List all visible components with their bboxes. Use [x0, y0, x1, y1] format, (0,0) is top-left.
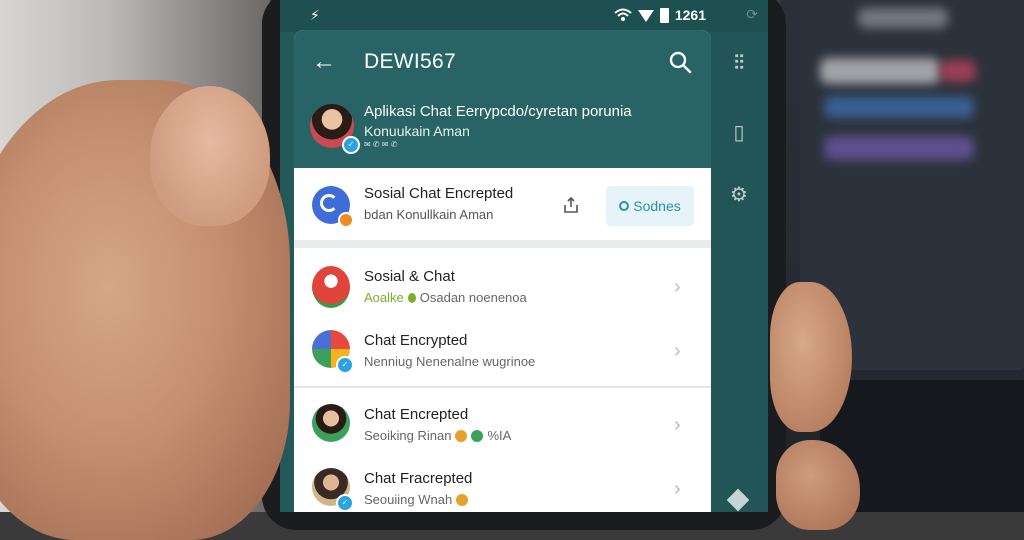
diamond-icon[interactable]: [726, 488, 750, 512]
badge-icon: [338, 212, 354, 228]
item-extra: %IA: [487, 428, 512, 443]
refresh-icon: ⟳: [746, 6, 758, 22]
chevron-right-icon: ›: [674, 276, 681, 298]
chevron-right-icon: ›: [674, 414, 681, 436]
chevron-right-icon: ›: [674, 478, 681, 500]
chevron-right-icon: ›: [674, 340, 681, 362]
side-rail: ⫶⫶ ▯ ⚙: [710, 32, 768, 512]
status-indicators: 1261: [614, 7, 706, 23]
phone-screen: ⚡ 1261 ⟳ ⫶⫶ ▯ ⚙ ← DEWI567 ✓ Aplikasi Cha…: [280, 0, 768, 512]
page-title: DEWI567: [364, 50, 456, 73]
card-subtitle: bdan Konullkain Aman: [364, 207, 494, 222]
list-item[interactable]: Chat Encrepted Seoiking Rinan %IA ›: [294, 392, 711, 456]
item-subtitle: Aoalke Osadan noenenoa: [364, 290, 527, 305]
battery-icon: [659, 7, 669, 23]
search-icon[interactable]: [668, 50, 692, 74]
back-arrow-icon[interactable]: ←: [310, 48, 338, 76]
avatar: [312, 404, 350, 442]
item-title: Chat Encrepted: [364, 406, 469, 423]
profile-meta: ✉ ✆ ✉ ✆: [364, 140, 398, 149]
status-glyph: ⚡: [310, 7, 320, 23]
verified-badge-icon: ✓: [336, 356, 354, 374]
chat-list: Sosial & Chat Aoalke Osadan noenenoa › ✓…: [294, 248, 711, 512]
item-title: Sosial & Chat: [364, 268, 455, 285]
divider: [294, 386, 711, 388]
orange-dot-icon: [455, 429, 468, 442]
item-title: Chat Fracrepted: [364, 470, 473, 487]
app-avatar-icon: [312, 266, 350, 308]
status-bar: ⚡ 1261 ⟳: [280, 0, 768, 32]
list-item[interactable]: ✓ Chat Fracrepted Seouiing Wnah ›: [294, 456, 711, 512]
app-header: ← DEWI567 ✓ Aplikasi Chat Eerrypcdo/cyre…: [294, 30, 711, 168]
document-icon[interactable]: ▯: [710, 120, 768, 145]
item-title: Chat Encrypted: [364, 332, 468, 349]
finger: [770, 282, 852, 432]
item-detail: Seoiking Rinan: [364, 428, 452, 443]
profile-title: Aplikasi Chat Eerrypcdo/cyretan porunia: [364, 103, 632, 120]
signal-icon: [637, 10, 654, 22]
gear-icon[interactable]: ⚙: [710, 182, 768, 207]
item-detail: Osadan noenenoa: [419, 290, 527, 305]
list-item[interactable]: ✓ Chat Encrypted Nenniug Nenenalne wugri…: [294, 318, 711, 382]
item-tag: Aoalke: [364, 290, 404, 305]
monitor-blur-bar: [940, 60, 976, 82]
card-title: Sosial Chat Encrepted: [364, 185, 514, 202]
share-icon[interactable]: [562, 196, 580, 214]
verified-badge-icon: ✓: [336, 494, 354, 512]
item-subtitle: Seouiing Wnah: [364, 492, 469, 507]
orange-dot-icon: [456, 493, 469, 506]
leaf-icon: [407, 292, 416, 303]
verified-badge-icon: ✓: [342, 136, 360, 154]
monitor-blur-bar: [858, 8, 948, 28]
action-button-label: Sodnes: [633, 198, 681, 214]
equalizer-icon[interactable]: ⫶⫶: [710, 52, 768, 75]
featured-card[interactable]: Sosial Chat Encrepted bdan Konullkain Am…: [294, 168, 711, 248]
chat-panel: ← DEWI567 ✓ Aplikasi Chat Eerrypcdo/cyre…: [294, 30, 711, 512]
green-dot-icon: [471, 429, 484, 442]
wifi-icon: [614, 8, 632, 21]
action-button[interactable]: Sodnes: [606, 186, 694, 226]
circle-icon: [619, 201, 630, 211]
item-detail: Nenniug Nenenalne wugrinoe: [364, 354, 536, 369]
monitor-blur-bar: [824, 136, 974, 160]
profile-subtitle: Konuukain Aman: [364, 123, 470, 139]
monitor-blur-bar: [820, 58, 940, 84]
item-subtitle: Seoiking Rinan %IA: [364, 428, 511, 443]
list-item[interactable]: Sosial & Chat Aoalke Osadan noenenoa ›: [294, 254, 711, 318]
item-subtitle: Nenniug Nenenalne wugrinoe: [364, 354, 535, 369]
item-detail: Seouiing Wnah: [364, 492, 453, 507]
thumb: [150, 86, 270, 226]
status-time: 1261: [674, 7, 706, 23]
monitor-blur-bar: [824, 96, 974, 118]
